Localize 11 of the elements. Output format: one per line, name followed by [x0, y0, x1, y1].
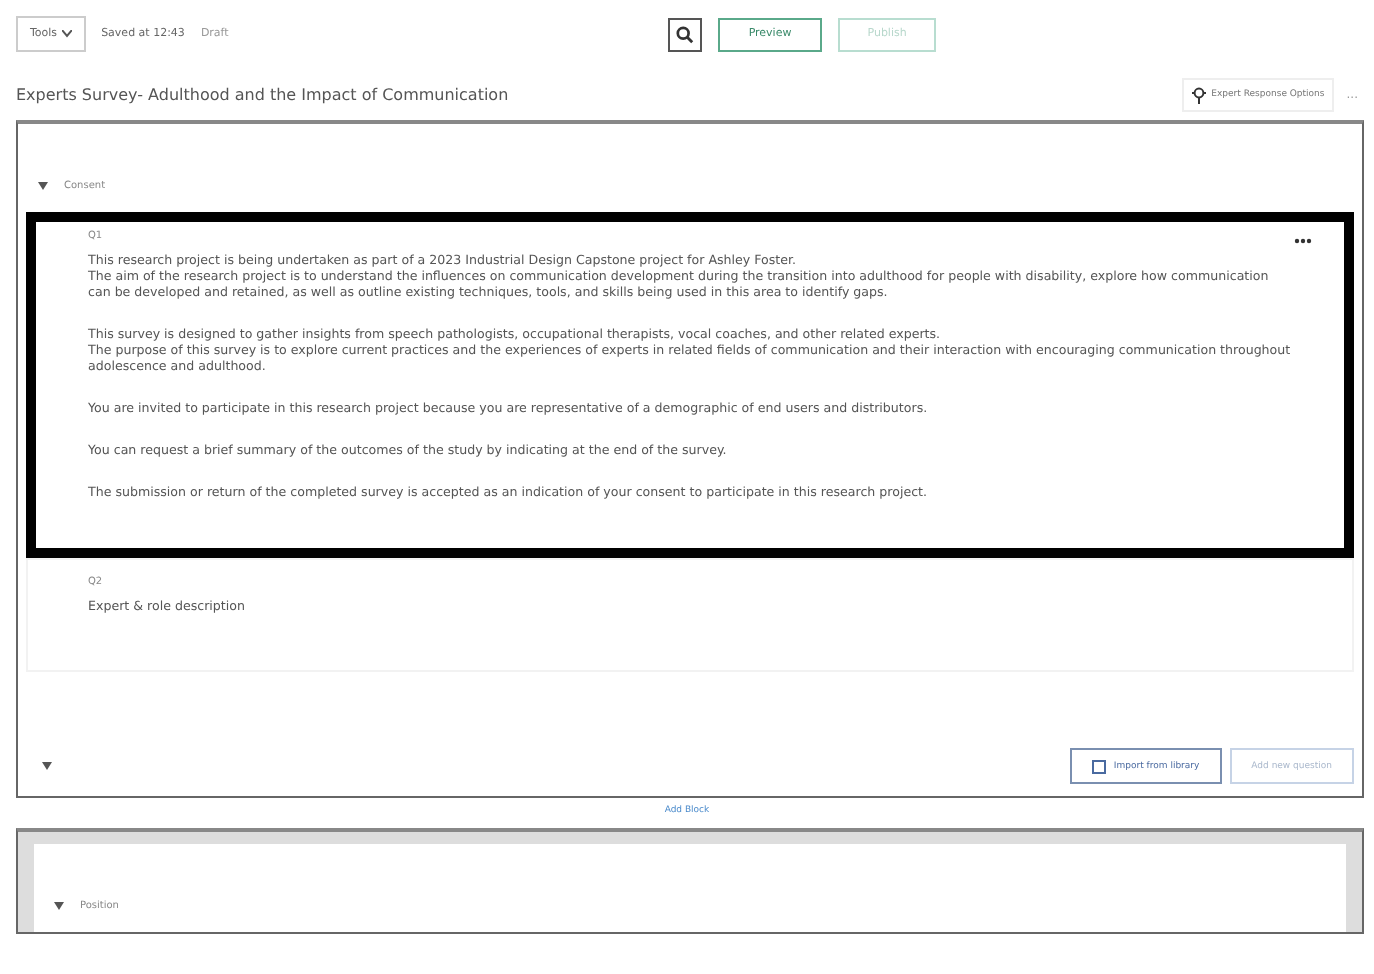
survey-title: Experts Survey- Adulthood and the Impact of Communication	[16, 85, 511, 103]
bulb-icon	[1191, 85, 1206, 103]
library-icon	[1091, 759, 1106, 773]
caret-icon	[61, 30, 72, 38]
question-card[interactable]	[26, 212, 1354, 558]
collapse-icon[interactable]	[54, 902, 64, 910]
collapse-icon[interactable]	[42, 762, 52, 770]
search-icon	[676, 25, 695, 43]
search-button[interactable]	[668, 17, 703, 51]
more-icon[interactable]	[1294, 238, 1312, 244]
collapse-icon[interactable]	[38, 182, 48, 190]
